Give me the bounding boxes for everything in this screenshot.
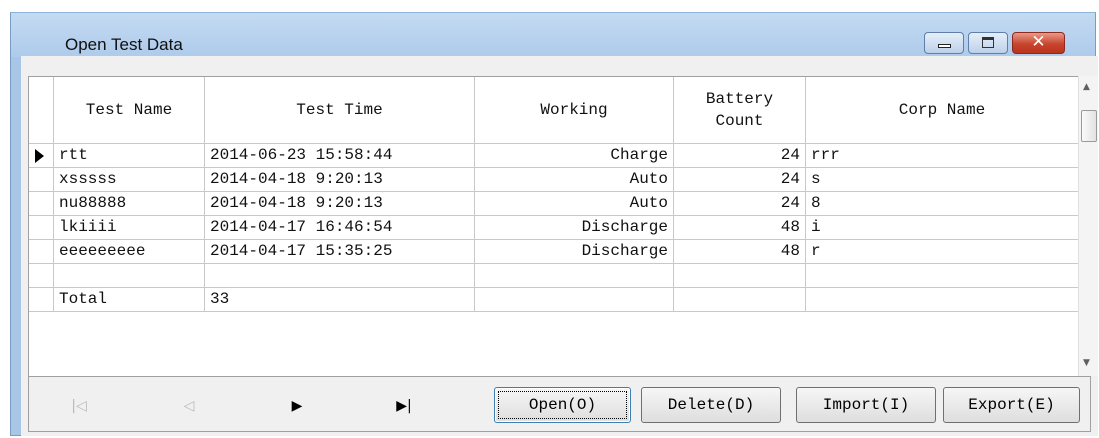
column-header-label: Battery Count (705, 90, 774, 130)
table-cell[interactable]: 24 (674, 192, 806, 216)
table-cell[interactable]: Discharge (475, 216, 674, 240)
scroll-down-icon[interactable]: ▼ (1083, 358, 1090, 368)
scroll-thumb[interactable] (1081, 110, 1097, 142)
row-indicator[interactable] (29, 144, 54, 168)
column-header-label: Test Time (296, 101, 383, 119)
close-icon: ✕ (1031, 32, 1046, 52)
row-indicator[interactable] (29, 216, 54, 240)
row-indicator[interactable] (29, 192, 54, 216)
maximize-button[interactable] (968, 32, 1008, 54)
table-cell[interactable]: Discharge (475, 240, 674, 264)
row-indicator[interactable] (29, 168, 54, 192)
minimize-icon (938, 44, 951, 48)
total-value: 33 (205, 288, 475, 312)
total-cell (475, 288, 674, 312)
column-header[interactable]: Test Name (54, 77, 205, 144)
focus-ring (498, 391, 627, 419)
maximize-icon (982, 37, 994, 48)
delete-button-label: Delete(D) (667, 396, 755, 414)
table-cell[interactable]: 2014-04-18 9:20:13 (205, 168, 475, 192)
title-bar[interactable]: Open Test Data ✕ (11, 13, 1095, 57)
open-test-data-window: Open Test Data ✕ Test Name Test Time Worki… (10, 12, 1098, 436)
table-cell[interactable]: 2014-04-17 16:46:54 (205, 216, 475, 240)
next-record-icon[interactable]: ▶ (277, 394, 317, 418)
import-button-label: Import(I) (822, 396, 910, 414)
last-record-icon[interactable]: ▶| (384, 394, 424, 418)
table-cell[interactable] (475, 264, 674, 288)
column-header[interactable]: Corp Name (806, 77, 1079, 144)
close-button[interactable]: ✕ (1012, 32, 1065, 54)
table-cell[interactable]: rrr (806, 144, 1079, 168)
table-cell[interactable] (205, 264, 475, 288)
row-indicator[interactable] (29, 264, 54, 288)
table-cell[interactable]: 48 (674, 216, 806, 240)
table-cell[interactable]: 2014-04-18 9:20:13 (205, 192, 475, 216)
dialog-client-area: Test Name Test Time Working Battery Count Co… (21, 56, 1098, 436)
column-header-label: Corp Name (898, 101, 986, 119)
column-header-label: Working (540, 101, 608, 119)
table-cell[interactable]: 48 (674, 240, 806, 264)
table-cell[interactable]: 2014-04-17 15:35:25 (205, 240, 475, 264)
table-cell[interactable]: r (806, 240, 1079, 264)
column-header-label: Test Name (85, 101, 173, 119)
prior-record-icon[interactable]: ◁ (169, 394, 209, 418)
table-cell[interactable]: 24 (674, 144, 806, 168)
background-strip (0, 0, 1099, 12)
table-cell[interactable]: i (806, 216, 1079, 240)
table-cell[interactable]: Charge (475, 144, 674, 168)
first-record-icon[interactable]: |◁ (59, 394, 99, 418)
table-cell[interactable]: xsssss (54, 168, 205, 192)
table-cell[interactable] (674, 264, 806, 288)
total-cell (674, 288, 806, 312)
column-header[interactable]: Working (475, 77, 674, 144)
current-row-pointer-icon (35, 149, 44, 163)
table-cell[interactable]: s (806, 168, 1079, 192)
total-label: Total (54, 288, 205, 312)
test-data-grid[interactable]: Test Name Test Time Working Battery Count Co… (28, 76, 1079, 376)
window-title: Open Test Data (65, 35, 183, 54)
delete-button[interactable]: Delete(D) (641, 387, 781, 423)
total-cell (806, 288, 1079, 312)
table-cell[interactable]: 2014-06-23 15:58:44 (205, 144, 475, 168)
row-indicator[interactable] (29, 240, 54, 264)
navigator-toolbar: |◁ ◁ ▶ ▶| Open(O) Delete(D) Import(I) Ex… (28, 376, 1091, 432)
table-cell[interactable]: eeeeeeeee (54, 240, 205, 264)
table-cell[interactable]: Auto (475, 192, 674, 216)
table-cell[interactable] (806, 264, 1079, 288)
scroll-up-icon[interactable]: ▲ (1083, 82, 1090, 92)
vertical-scrollbar[interactable]: ▲ ▼ (1078, 76, 1098, 376)
table-cell[interactable]: 24 (674, 168, 806, 192)
row-indicator[interactable] (29, 288, 54, 312)
column-header[interactable]: Battery Count (674, 77, 806, 144)
import-button[interactable]: Import(I) (796, 387, 936, 423)
export-button[interactable]: Export(E) (943, 387, 1080, 423)
table-cell[interactable] (54, 264, 205, 288)
table-cell[interactable]: nu88888 (54, 192, 205, 216)
minimize-button[interactable] (924, 32, 964, 54)
table-cell[interactable]: lkiiii (54, 216, 205, 240)
table-cell[interactable]: Auto (475, 168, 674, 192)
export-button-label: Export(E) (968, 396, 1055, 414)
open-button[interactable]: Open(O) (494, 387, 631, 423)
table-cell[interactable]: 8 (806, 192, 1079, 216)
row-indicator-header (29, 77, 54, 144)
column-header[interactable]: Test Time (205, 77, 475, 144)
table-cell[interactable]: rtt (54, 144, 205, 168)
